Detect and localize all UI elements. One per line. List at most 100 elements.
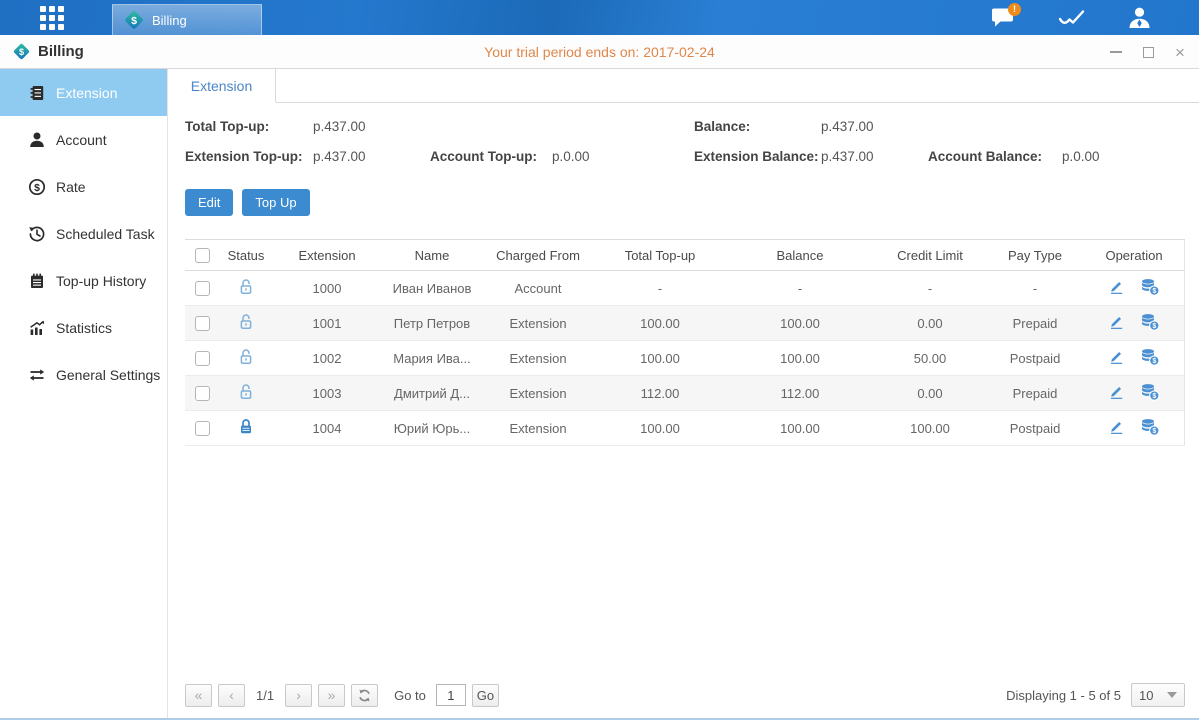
cell-balance: 100.00 <box>726 411 874 446</box>
cell-name: Дмитрий Д... <box>382 376 482 411</box>
tab-extension[interactable]: Extension <box>168 69 276 103</box>
row-checkbox[interactable] <box>195 316 210 331</box>
column-charged-from: Charged From <box>482 240 594 271</box>
sidebar-item-rate[interactable]: $ Rate <box>0 163 167 210</box>
app-grid-icon <box>38 4 66 32</box>
next-page-button[interactable]: › <box>285 684 312 707</box>
table-row: 1000 Иван Иванов Account - - - - <box>185 271 1185 306</box>
topup-extension-button[interactable]: $ <box>1134 418 1166 439</box>
transfer-arrows-icon <box>28 366 46 384</box>
pencil-icon <box>1108 278 1125 295</box>
svg-text:$: $ <box>1153 288 1157 295</box>
window-titlebar: $ Billing Your trial period ends on: 201… <box>0 35 1199 69</box>
cell-pay-type: Postpaid <box>986 411 1084 446</box>
sidebar-item-label: General Settings <box>56 367 160 383</box>
sidebar-item-label: Top-up History <box>56 273 146 289</box>
column-operation: Operation <box>1084 240 1185 271</box>
user-menu-button[interactable] <box>1125 5 1153 31</box>
resource-monitor-button[interactable] <box>1057 5 1085 31</box>
unlocked-icon <box>238 313 254 330</box>
topup-button[interactable]: Top Up <box>242 189 309 216</box>
coins-dollar-icon: $ <box>1140 278 1160 296</box>
extension-balance-value: p.437.00 <box>821 149 928 164</box>
cell-pay-type: Prepaid <box>986 376 1084 411</box>
cell-extension: 1000 <box>272 271 382 306</box>
close-button[interactable]: × <box>1171 43 1189 61</box>
cell-balance: 100.00 <box>726 306 874 341</box>
refresh-icon <box>357 688 372 703</box>
sidebar-item-topup-history[interactable]: Top-up History <box>0 257 167 304</box>
billing-app-window: $ Billing ! <box>0 0 1199 720</box>
table-row: 1001 Петр Петров Extension 100.00 100.00… <box>185 306 1185 341</box>
cell-name: Петр Петров <box>382 306 482 341</box>
taskbar-tab-billing[interactable]: $ Billing <box>112 4 262 35</box>
cell-total-topup: - <box>594 271 726 306</box>
edit-extension-button[interactable] <box>1102 383 1131 403</box>
maximize-button[interactable] <box>1139 43 1157 61</box>
edit-extension-button[interactable] <box>1102 313 1131 333</box>
select-all-checkbox[interactable] <box>195 248 210 263</box>
statistics-chart-icon <box>28 319 46 337</box>
balance-label: Balance: <box>694 119 821 134</box>
cell-extension: 1001 <box>272 306 382 341</box>
column-credit-limit: Credit Limit <box>874 240 986 271</box>
notification-badge: ! <box>1008 3 1021 16</box>
sidebar: Extension Account $ Rate <box>0 69 168 718</box>
topup-extension-button[interactable]: $ <box>1134 313 1166 334</box>
coins-dollar-icon: $ <box>1140 313 1160 331</box>
column-balance: Balance <box>726 240 874 271</box>
edit-extension-button[interactable] <box>1102 278 1131 298</box>
main-panel: Extension Total Top-up: p.437.00 Extensi… <box>168 69 1199 718</box>
topup-extension-button[interactable]: $ <box>1134 278 1166 299</box>
extension-topup-value: p.437.00 <box>313 149 430 164</box>
row-checkbox[interactable] <box>195 386 210 401</box>
sidebar-item-label: Account <box>56 132 107 148</box>
goto-label: Go to <box>394 688 426 703</box>
topup-extension-button[interactable]: $ <box>1134 383 1166 404</box>
page-size-value: 10 <box>1139 688 1153 703</box>
trial-notice: Your trial period ends on: 2017-02-24 <box>0 44 1199 60</box>
sidebar-item-scheduled-task[interactable]: Scheduled Task <box>0 210 167 257</box>
row-checkbox[interactable] <box>195 281 210 296</box>
goto-page-input[interactable] <box>436 684 466 706</box>
refresh-button[interactable] <box>351 684 378 707</box>
sidebar-item-account[interactable]: Account <box>0 116 167 163</box>
app-body: Extension Account $ Rate <box>0 69 1199 720</box>
total-topup-label: Total Top-up: <box>185 119 313 134</box>
column-extension: Extension <box>272 240 382 271</box>
sidebar-item-statistics[interactable]: Statistics <box>0 304 167 351</box>
cell-total-topup: 112.00 <box>594 376 726 411</box>
minimize-button[interactable] <box>1107 43 1125 61</box>
edit-extension-button[interactable] <box>1102 348 1131 368</box>
cell-credit-limit: 100.00 <box>874 411 986 446</box>
notifications-button[interactable]: ! <box>989 5 1017 31</box>
cell-total-topup: 100.00 <box>594 411 726 446</box>
row-checkbox[interactable] <box>195 351 210 366</box>
table-header-row: Status Extension Name Charged From Total… <box>185 240 1185 271</box>
row-checkbox[interactable] <box>195 421 210 436</box>
cell-name: Юрий Юрь... <box>382 411 482 446</box>
last-page-button[interactable]: » <box>318 684 345 707</box>
edit-extension-button[interactable] <box>1102 418 1131 438</box>
svg-text:$: $ <box>131 15 137 27</box>
pencil-icon <box>1108 418 1125 435</box>
cell-balance: - <box>726 271 874 306</box>
page-size-select[interactable]: 10 <box>1131 683 1185 707</box>
account-balance-label: Account Balance: <box>928 149 1062 164</box>
first-page-button[interactable]: « <box>185 684 212 707</box>
prev-page-button[interactable]: ‹ <box>218 684 245 707</box>
edit-button[interactable]: Edit <box>185 189 233 216</box>
svg-text:$: $ <box>1153 358 1157 365</box>
balance-summary: Total Top-up: p.437.00 Extension Top-up:… <box>185 119 1185 164</box>
sidebar-item-extension[interactable]: Extension <box>0 69 167 116</box>
app-launcher-button[interactable] <box>38 0 68 35</box>
column-name: Name <box>382 240 482 271</box>
status-lock-icon <box>238 423 254 438</box>
go-button[interactable]: Go <box>472 684 499 707</box>
topup-extension-button[interactable]: $ <box>1134 348 1166 369</box>
status-lock-icon <box>238 353 254 368</box>
column-total-topup: Total Top-up <box>594 240 726 271</box>
window-title: Billing <box>38 43 84 60</box>
desktop-topbar: $ Billing ! <box>0 0 1199 35</box>
sidebar-item-general-settings[interactable]: General Settings <box>0 351 167 398</box>
